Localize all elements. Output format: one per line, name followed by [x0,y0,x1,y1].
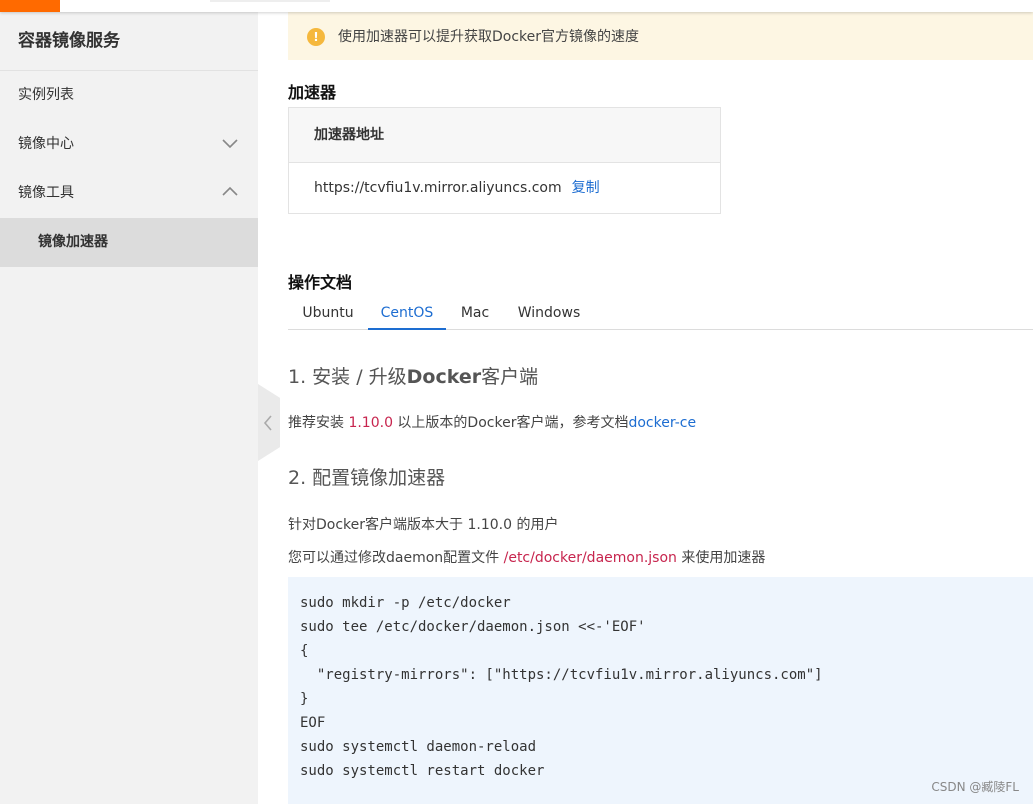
top-nav-tab[interactable] [210,0,330,2]
docs-heading: 操作文档 [288,273,353,292]
accelerator-table: 加速器地址 https://tcvfiu1v.mirror.aliyuncs.c… [288,107,721,214]
chevron-down-icon[interactable] [222,120,238,169]
step2-paragraph-2: 您可以通过修改daemon配置文件 /etc/docker/daemon.jso… [288,550,766,566]
sidebar-item-label: 实例列表 [18,87,74,103]
warning-icon: ! [307,28,325,46]
version-text: 1.10.0 [348,415,393,431]
main-content: ! 使用加速器可以提升获取Docker官方镜像的速度 加速器 加速器地址 htt… [258,12,1033,804]
top-nav-bar [0,0,1033,12]
notice-text: 使用加速器可以提升获取Docker官方镜像的速度 [338,29,640,45]
chevron-up-icon[interactable] [222,169,238,218]
sidebar-item-label: 镜像工具 [18,185,74,201]
sidebar-subitem-accelerator[interactable]: 镜像加速器 [0,218,258,267]
tab-mac[interactable]: Mac [446,298,504,330]
code-block: sudo mkdir -p /etc/docker sudo tee /etc/… [288,577,1033,804]
step2-heading: 2. 配置镜像加速器 [288,467,446,489]
sidebar-item-label: 镜像中心 [18,136,74,152]
sidebar-item-image-center[interactable]: 镜像中心 [0,120,258,169]
step1-paragraph: 推荐安装 1.10.0 以上版本的Docker客户端，参考文档docker-ce [288,415,697,431]
tab-windows[interactable]: Windows [504,298,594,330]
table-row: https://tcvfiu1v.mirror.aliyuncs.com 复制 [289,163,720,214]
tab-ubuntu[interactable]: Ubuntu [288,298,368,330]
brand-logo[interactable] [0,0,60,12]
sidebar-item-image-tools[interactable]: 镜像工具 [0,169,258,218]
sidebar: 容器镜像服务 实例列表 镜像中心 镜像工具 镜像加速器 [0,12,258,804]
sidebar-item-instances[interactable]: 实例列表 [0,71,258,120]
watermark: CSDN @臧陵FL [931,780,1019,794]
config-path: /etc/docker/daemon.json [503,550,677,566]
step2-paragraph-1: 针对Docker客户端版本大于 1.10.0 的用户 [288,517,559,533]
notice-banner: ! 使用加速器可以提升获取Docker官方镜像的速度 [288,12,1033,60]
table-header: 加速器地址 [289,108,720,163]
os-tabs: Ubuntu CentOS Mac Windows [288,298,1033,330]
accelerator-heading: 加速器 [288,83,337,102]
step1-heading: 1. 安装 / 升级Docker客户端 [288,366,539,388]
tab-centos[interactable]: CentOS [368,298,446,330]
accelerator-address: https://tcvfiu1v.mirror.aliyuncs.com [314,180,562,196]
sidebar-title: 容器镜像服务 [0,12,258,71]
copy-button[interactable]: 复制 [572,180,600,196]
docker-ce-link[interactable]: docker-ce [628,415,696,431]
code-text[interactable]: sudo mkdir -p /etc/docker sudo tee /etc/… [300,591,823,783]
